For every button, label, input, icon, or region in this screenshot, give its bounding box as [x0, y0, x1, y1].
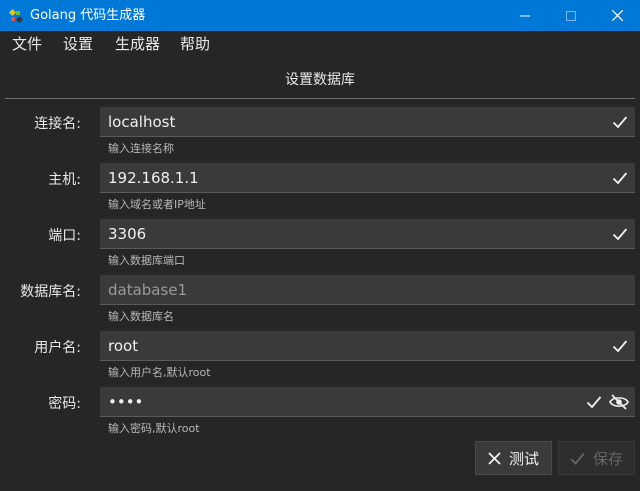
x-icon [488, 451, 501, 465]
database-name-label: 数据库名: [20, 284, 81, 300]
close-button[interactable] [594, 0, 640, 31]
host-label: 主机: [48, 172, 81, 188]
save-button[interactable]: 保存 [558, 441, 635, 475]
menu-generator[interactable]: 生成器 [115, 35, 160, 53]
port-label: 端口: [48, 228, 81, 244]
password-label: 密码: [48, 396, 81, 412]
check-icon [586, 396, 602, 409]
port-field[interactable]: 3306 [100, 219, 635, 249]
check-icon [570, 452, 585, 465]
password-field[interactable]: •••• [100, 387, 635, 417]
host-field[interactable]: 192.168.1.1 [100, 163, 635, 193]
host-value: 192.168.1.1 [108, 169, 199, 187]
connection-name-label: 连接名: [34, 116, 81, 132]
port-value: 3306 [108, 225, 147, 243]
password-hint: 输入密码,默认root [108, 422, 200, 435]
connection-name-value: localhost [108, 113, 176, 131]
test-button[interactable]: 测试 [475, 441, 552, 475]
menu-settings[interactable]: 设置 [63, 35, 93, 53]
check-icon [612, 340, 628, 353]
check-icon [612, 228, 628, 241]
minimize-button[interactable] [502, 0, 548, 31]
close-icon [611, 10, 623, 21]
form-title: 设置数据库 [285, 72, 355, 88]
database-name-placeholder: database1 [108, 281, 188, 299]
host-hint: 输入域名或者IP地址 [108, 198, 206, 211]
maximize-icon [566, 10, 576, 21]
connection-name-hint: 输入连接名称 [108, 142, 174, 155]
gopher-icon [8, 8, 24, 24]
username-field[interactable]: root [100, 331, 635, 361]
save-button-label: 保存 [592, 449, 623, 468]
divider [5, 98, 635, 99]
username-hint: 输入用户名,默认root [108, 366, 211, 379]
port-hint: 输入数据库端口 [108, 254, 185, 267]
check-icon [612, 116, 628, 129]
minimize-icon [520, 15, 530, 16]
window-title: Golang 代码生成器 [30, 8, 146, 23]
database-name-hint: 输入数据库名 [108, 310, 174, 323]
username-label: 用户名: [34, 340, 81, 356]
test-button-label: 测试 [508, 449, 539, 468]
menu-bar: 文件 设置 生成器 帮助 [0, 31, 640, 57]
title-bar: Golang 代码生成器 [0, 0, 640, 31]
menu-file[interactable]: 文件 [12, 35, 42, 53]
username-value: root [108, 337, 139, 355]
maximize-button[interactable] [548, 0, 594, 31]
menu-help[interactable]: 帮助 [180, 35, 210, 53]
connection-name-field[interactable]: localhost [100, 107, 635, 137]
check-icon [612, 172, 628, 185]
database-name-field[interactable]: database1 [100, 275, 635, 305]
eye-off-icon[interactable] [609, 393, 629, 411]
password-value: •••• [108, 393, 144, 411]
